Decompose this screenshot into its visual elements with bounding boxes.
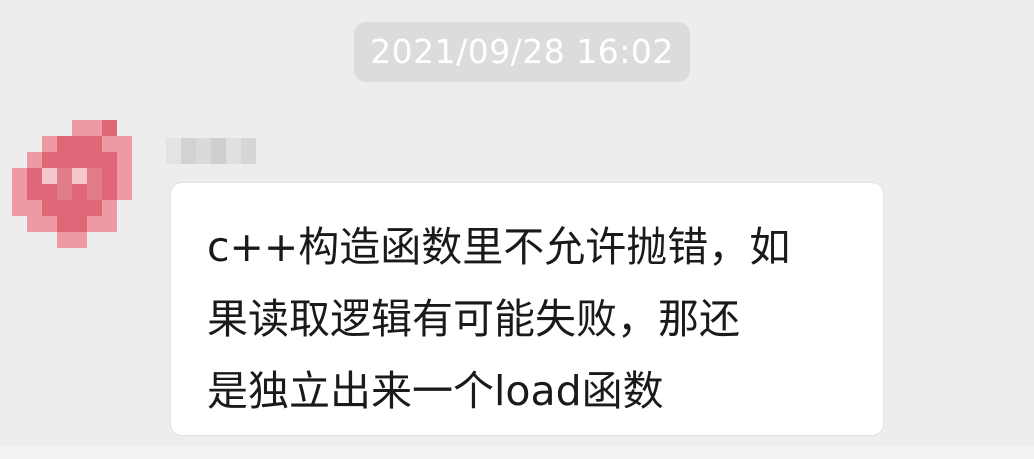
avatar-pixel xyxy=(117,136,132,152)
avatar-pixel xyxy=(102,168,117,184)
avatar-pixel xyxy=(87,152,102,168)
avatar-pixel xyxy=(72,200,87,216)
avatar-pixel xyxy=(117,168,132,184)
avatar-pixel xyxy=(102,200,117,216)
sender-name-pixel xyxy=(241,138,256,164)
avatar-pixel xyxy=(72,120,87,136)
avatar-pixel xyxy=(27,200,42,216)
avatar-pixel xyxy=(72,184,87,200)
avatar-pixel xyxy=(57,200,72,216)
message-line: 果读取逻辑有可能失败，那还 xyxy=(207,295,740,343)
avatar[interactable] xyxy=(12,120,132,248)
avatar-pixel xyxy=(42,216,57,232)
avatar-pixel xyxy=(117,184,132,200)
avatar-pixel xyxy=(42,168,57,184)
avatar-pixel xyxy=(42,200,57,216)
sender-name-pixel xyxy=(181,138,196,164)
avatar-pixel xyxy=(87,136,102,152)
sender-name-blurred xyxy=(166,138,256,164)
avatar-pixel xyxy=(87,200,102,216)
avatar-pixel xyxy=(57,216,72,232)
sender-name-pixel xyxy=(166,138,181,164)
avatar-pixel xyxy=(57,152,72,168)
avatar-pixel xyxy=(87,168,102,184)
sender-name-pixel xyxy=(196,138,211,164)
message-timestamp: 2021/09/28 16:02 xyxy=(354,22,690,82)
avatar-pixel xyxy=(72,216,87,232)
avatar-pixel xyxy=(87,216,102,232)
message-bubble[interactable]: c++构造函数里不允许抛错，如 果读取逻辑有可能失败，那还 是独立出来一个loa… xyxy=(170,182,884,436)
avatar-pixel xyxy=(27,216,42,232)
avatar-pixel xyxy=(57,168,72,184)
avatar-pixel xyxy=(72,136,87,152)
avatar-pixel xyxy=(12,168,27,184)
sender-name-pixel xyxy=(226,138,241,164)
message-line: c++构造函数里不允许抛错，如 xyxy=(207,223,791,271)
avatar-pixel xyxy=(102,120,117,136)
avatar-pixel xyxy=(102,152,117,168)
avatar-pixel xyxy=(72,168,87,184)
message-line: 是独立出来一个load函数 xyxy=(207,367,664,415)
avatar-pixel xyxy=(72,232,87,248)
avatar-pixel xyxy=(57,136,72,152)
avatar-pixel xyxy=(57,232,72,248)
avatar-pixel xyxy=(102,136,117,152)
avatar-pixel xyxy=(102,184,117,200)
avatar-pixel xyxy=(12,184,27,200)
avatar-pixel xyxy=(42,184,57,200)
sender-name-pixel xyxy=(211,138,226,164)
bottom-divider xyxy=(0,446,1034,459)
avatar-pixel xyxy=(87,120,102,136)
avatar-pixel xyxy=(42,136,57,152)
avatar-pixel xyxy=(42,152,57,168)
avatar-pixel xyxy=(12,200,27,216)
avatar-pixel xyxy=(57,184,72,200)
avatar-pixel xyxy=(102,216,117,232)
avatar-pixel xyxy=(117,152,132,168)
avatar-pixel xyxy=(27,184,42,200)
avatar-pixel xyxy=(27,168,42,184)
avatar-pixel xyxy=(87,184,102,200)
avatar-pixel xyxy=(72,152,87,168)
avatar-pixel xyxy=(27,152,42,168)
